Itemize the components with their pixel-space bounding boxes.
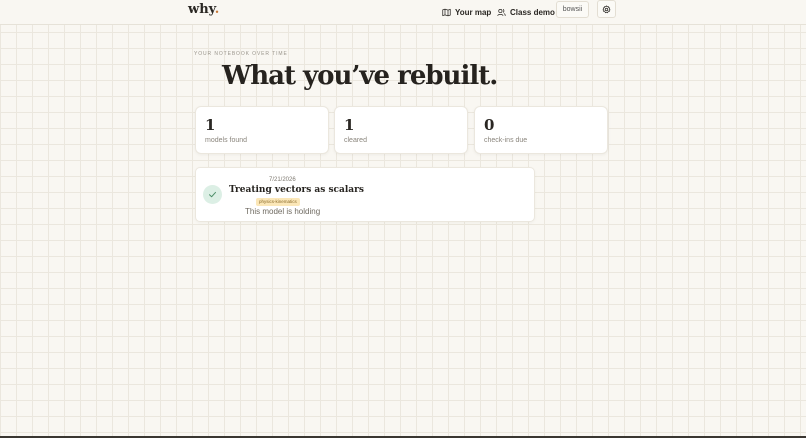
model-date: 7/21/2026 bbox=[269, 177, 296, 183]
stat-value: 1 bbox=[344, 116, 355, 134]
logo[interactable]: why. bbox=[188, 2, 219, 17]
users-icon bbox=[497, 8, 506, 16]
model-card[interactable]: 7/21/2026 Treating vectors as scalars ph… bbox=[195, 167, 535, 222]
user-chip[interactable]: bowsii bbox=[556, 1, 589, 18]
logo-dot: . bbox=[214, 2, 220, 17]
top-nav-bar: why. Your map Class demo bowsii bbox=[0, 0, 806, 25]
page-eyebrow: YOUR NOTEBOOK OVER TIME bbox=[194, 51, 288, 57]
stat-value: 0 bbox=[484, 116, 495, 134]
check-icon bbox=[209, 191, 216, 198]
map-icon bbox=[442, 8, 451, 16]
stat-label: cleared bbox=[344, 137, 367, 144]
nav-class-demo[interactable]: Class demo bbox=[497, 4, 555, 20]
stat-card-models-found: 1 models found bbox=[195, 106, 329, 154]
model-title: Treating vectors as scalars bbox=[229, 185, 364, 195]
nav-your-map[interactable]: Your map bbox=[442, 4, 491, 20]
nav-your-map-label: Your map bbox=[455, 7, 492, 17]
stat-label: models found bbox=[205, 137, 248, 144]
logo-text: why bbox=[188, 2, 215, 17]
stat-label: check-ins due bbox=[484, 137, 528, 144]
topic-tag: physics-kinematics bbox=[256, 198, 300, 206]
nav-class-demo-label: Class demo bbox=[510, 7, 555, 17]
settings-button[interactable] bbox=[597, 0, 616, 18]
page-title: What you’ve rebuilt. bbox=[222, 61, 498, 91]
model-status: This model is holding bbox=[245, 207, 321, 216]
stat-card-cleared: 1 cleared bbox=[334, 106, 468, 154]
status-check-badge bbox=[203, 185, 222, 204]
gear-icon bbox=[602, 4, 611, 13]
stat-card-check-ins-due: 0 check-ins due bbox=[474, 106, 608, 154]
stat-value: 1 bbox=[205, 116, 216, 134]
